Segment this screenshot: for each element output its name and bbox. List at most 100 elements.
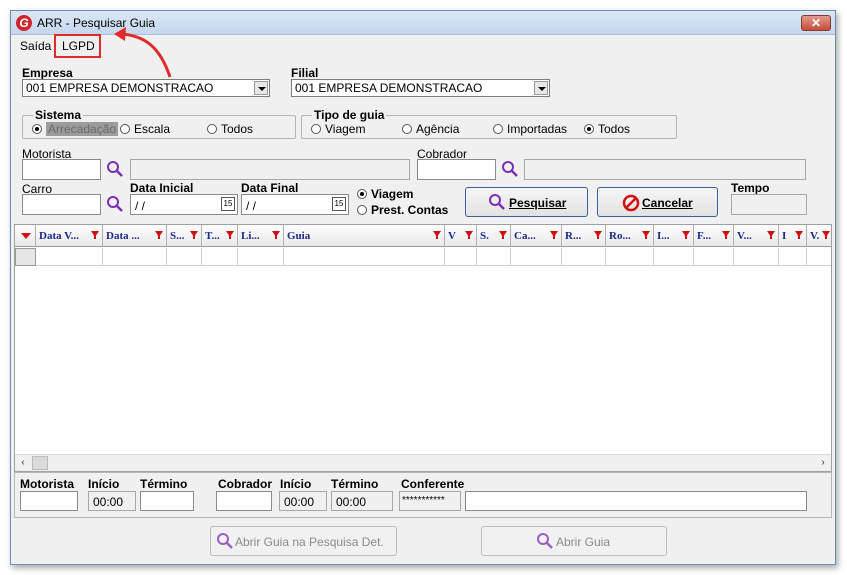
sistema-radio-escala[interactable]: Escala: [120, 122, 170, 136]
data-final-input[interactable]: / / 15: [241, 194, 349, 215]
tipo-radio-viagem[interactable]: Viagem: [311, 122, 365, 136]
abrir-guia-button[interactable]: Abrir Guia: [481, 526, 667, 556]
table-cell[interactable]: [36, 248, 103, 266]
col-header-label: Li...: [241, 230, 260, 242]
filter-icon[interactable]: [594, 231, 602, 239]
filter-icon[interactable]: [91, 231, 99, 239]
table-row[interactable]: [15, 248, 831, 266]
motorista-code-input[interactable]: [22, 159, 101, 180]
radio-dot-icon: [311, 124, 321, 134]
cancelar-button[interactable]: Cancelar: [597, 187, 718, 217]
table-cell[interactable]: [694, 248, 734, 266]
col-header[interactable]: S.: [477, 225, 511, 247]
modo-radio-viagem[interactable]: Viagem: [357, 187, 413, 201]
col-header[interactable]: V...: [734, 225, 779, 247]
col-header[interactable]: Guia: [284, 225, 445, 247]
table-cell[interactable]: [238, 248, 284, 266]
pesquisar-label: Pesquisar: [509, 196, 567, 210]
radio-dot-icon: [120, 124, 130, 134]
col-header-label: T...: [205, 230, 220, 242]
filter-icon[interactable]: [272, 231, 280, 239]
col-header[interactable]: V: [445, 225, 477, 247]
table-cell[interactable]: [734, 248, 779, 266]
filter-icon[interactable]: [682, 231, 690, 239]
filter-icon[interactable]: [822, 231, 830, 239]
modo-radio-prest-contas[interactable]: Prest. Contas: [357, 203, 448, 217]
filial-select[interactable]: 001 EMPRESA DEMONSTRACAO: [291, 79, 550, 97]
tipo-radio-importadas[interactable]: Importadas: [493, 122, 567, 136]
carro-input[interactable]: [22, 194, 101, 215]
filter-icon[interactable]: [190, 231, 198, 239]
empresa-value: 001 EMPRESA DEMONSTRACAO: [26, 81, 214, 95]
cobrador-code-input[interactable]: [417, 159, 496, 180]
table-cell[interactable]: [284, 248, 445, 266]
bottom-termino-field[interactable]: [140, 491, 194, 511]
col-header-label: V: [448, 230, 456, 242]
table-cell[interactable]: [807, 248, 831, 266]
filter-icon[interactable]: [226, 231, 234, 239]
col-header[interactable]: Ca...: [511, 225, 562, 247]
table-cell[interactable]: [511, 248, 562, 266]
bottom-motorista-field[interactable]: [20, 491, 78, 511]
sistema-title: Sistema: [33, 108, 84, 122]
search-icon[interactable]: [501, 160, 519, 178]
tipo-radio-agencia[interactable]: Agência: [402, 122, 459, 136]
scrollbar-thumb[interactable]: [32, 456, 48, 470]
table-cell[interactable]: [167, 248, 202, 266]
filter-icon[interactable]: [155, 231, 163, 239]
calendar-icon[interactable]: 15: [332, 197, 346, 211]
filter-icon[interactable]: [722, 231, 730, 239]
calendar-icon[interactable]: 15: [221, 197, 235, 211]
table-cell[interactable]: [103, 248, 167, 266]
data-final-value: / /: [246, 199, 257, 213]
col-header[interactable]: I...: [654, 225, 694, 247]
data-inicial-input[interactable]: / / 15: [130, 194, 238, 215]
menu-saida[interactable]: Saída: [20, 39, 51, 53]
table-cell[interactable]: [202, 248, 238, 266]
col-header-label: S...: [170, 230, 185, 242]
horizontal-scrollbar[interactable]: ‹ ›: [15, 454, 831, 471]
col-header[interactable]: I: [779, 225, 807, 247]
filter-icon[interactable]: [795, 231, 803, 239]
scroll-right-icon[interactable]: ›: [816, 456, 830, 470]
col-header[interactable]: Li...: [238, 225, 284, 247]
bottom-conferente-name[interactable]: [465, 491, 807, 511]
sistema-option-label: Escala: [134, 122, 171, 136]
search-icon: [537, 533, 553, 549]
table-cell[interactable]: [445, 248, 477, 266]
table-cell[interactable]: [779, 248, 807, 266]
scroll-left-icon[interactable]: ‹: [16, 456, 30, 470]
guias-grid[interactable]: Data V... Data ... S... T... Li... Guia …: [14, 224, 832, 472]
search-icon[interactable]: [106, 195, 124, 213]
tipo-radio-todos[interactable]: Todos: [584, 122, 630, 136]
col-header[interactable]: F...: [694, 225, 734, 247]
col-header[interactable]: S...: [167, 225, 202, 247]
filial-label: Filial: [291, 66, 319, 80]
filter-icon[interactable]: [642, 231, 650, 239]
col-header-label: Data V...: [39, 230, 79, 242]
close-button[interactable]: ✕: [801, 15, 831, 31]
filter-icon[interactable]: [767, 231, 775, 239]
col-header[interactable]: Data ...: [103, 225, 167, 247]
col-header[interactable]: V.: [807, 225, 831, 247]
table-cell[interactable]: [654, 248, 694, 266]
search-icon[interactable]: [106, 160, 124, 178]
table-cell[interactable]: [477, 248, 511, 266]
sistema-radio-arrecadacao[interactable]: Arrecadação: [32, 122, 119, 136]
sistema-option-label: Arrecadação: [46, 122, 119, 136]
filter-icon[interactable]: [465, 231, 473, 239]
col-header[interactable]: Data V...: [36, 225, 103, 247]
table-cell[interactable]: [606, 248, 654, 266]
sistema-radio-todos[interactable]: Todos: [207, 122, 253, 136]
col-header[interactable]: Ro...: [606, 225, 654, 247]
filter-icon[interactable]: [550, 231, 558, 239]
pesquisar-button[interactable]: Pesquisar: [465, 187, 588, 217]
table-cell[interactable]: [562, 248, 606, 266]
col-header[interactable]: T...: [202, 225, 238, 247]
abrir-guia-detalhe-button[interactable]: Abrir Guia na Pesquisa Det.: [210, 526, 397, 556]
filter-icon[interactable]: [499, 231, 507, 239]
filter-icon[interactable]: [433, 231, 441, 239]
col-header[interactable]: R...: [562, 225, 606, 247]
bottom-cobrador-field[interactable]: [216, 491, 272, 511]
row-indicator[interactable]: [15, 248, 36, 266]
